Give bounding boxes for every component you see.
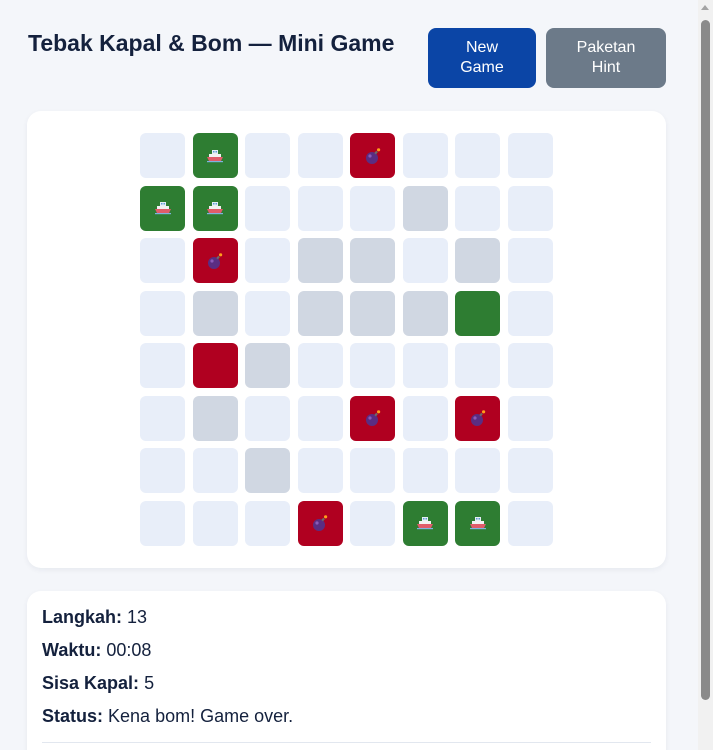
bomb-icon [365, 410, 380, 426]
bomb-icon [208, 252, 223, 269]
header: Tebak Kapal & Bom — Mini Game New Game P… [28, 28, 666, 88]
board-cell[interactable] [297, 500, 343, 546]
ships-left-value: 5 [144, 673, 155, 693]
board-cell[interactable] [140, 500, 185, 546]
scrollbar-thumb[interactable] [701, 20, 710, 700]
bomb-icon [470, 410, 485, 426]
board-cell[interactable] [507, 185, 553, 231]
board-cell[interactable] [245, 133, 290, 178]
board-cell[interactable] [192, 343, 238, 388]
board-cell[interactable] [245, 185, 290, 231]
board-cell[interactable] [402, 290, 448, 336]
board-cell[interactable] [350, 290, 395, 336]
ship-icon [469, 517, 486, 530]
ships-left-stat: Sisa Kapal: 5 [42, 672, 154, 694]
board-cell[interactable] [350, 185, 395, 231]
moves-value: 13 [127, 607, 148, 627]
board-cell[interactable] [140, 343, 185, 388]
scrollbar[interactable] [698, 0, 713, 750]
board-cell[interactable] [297, 448, 343, 493]
moves-label: Langkah: [42, 607, 123, 627]
board-cell[interactable] [455, 133, 500, 178]
board-cell[interactable] [455, 290, 500, 336]
new-game-button[interactable]: New Game [428, 28, 536, 88]
game-board [140, 133, 553, 546]
board-cell[interactable] [455, 395, 500, 441]
board-cell[interactable] [402, 395, 448, 441]
ship-icon [207, 202, 223, 215]
board-cell[interactable] [245, 448, 290, 493]
ship-icon [207, 149, 223, 162]
board-cell[interactable] [402, 500, 448, 546]
board-cell[interactable] [297, 290, 343, 336]
board-cell[interactable] [350, 343, 395, 388]
board-cell[interactable] [297, 395, 343, 441]
board-cell[interactable] [140, 238, 185, 283]
board-card [27, 111, 666, 568]
board-cell[interactable] [192, 133, 238, 178]
board-cell[interactable] [192, 395, 238, 441]
game-page: Tebak Kapal & Bom — Mini Game New Game P… [0, 0, 713, 750]
board-cell[interactable] [350, 133, 395, 178]
board-cell[interactable] [507, 343, 553, 388]
moves-stat: Langkah: 13 [42, 606, 147, 628]
board-cell[interactable] [192, 238, 238, 283]
board-cell[interactable] [350, 448, 395, 493]
board-cell[interactable] [507, 238, 553, 283]
divider [42, 742, 651, 743]
bomb-icon [365, 147, 380, 164]
board-cell[interactable] [455, 185, 500, 231]
board-cell[interactable] [297, 343, 343, 388]
board-cell[interactable] [140, 290, 185, 336]
board-cell[interactable] [192, 185, 238, 231]
board-cell[interactable] [297, 133, 343, 178]
board-cell[interactable] [507, 290, 553, 336]
board-cell[interactable] [140, 395, 185, 441]
board-cell[interactable] [192, 448, 238, 493]
board-cell[interactable] [245, 290, 290, 336]
board-cell[interactable] [245, 238, 290, 283]
info-panel: Langkah: 13 Waktu: 00:08 Sisa Kapal: 5 S… [27, 591, 666, 750]
board-cell[interactable] [192, 500, 238, 546]
board-cell[interactable] [455, 238, 500, 283]
scroll-up-arrow-icon[interactable] [701, 5, 709, 10]
board-cell[interactable] [192, 290, 238, 336]
board-cell[interactable] [245, 343, 290, 388]
time-stat: Waktu: 00:08 [42, 639, 151, 661]
board-cell[interactable] [350, 500, 395, 546]
board-cell[interactable] [507, 500, 553, 546]
board-cell[interactable] [297, 238, 343, 283]
board-cell[interactable] [455, 448, 500, 493]
ships-left-label: Sisa Kapal: [42, 673, 140, 693]
hint-button[interactable]: Paketan Hint [546, 28, 666, 88]
board-cell[interactable] [402, 133, 448, 178]
board-cell[interactable] [507, 133, 553, 178]
time-value: 00:08 [106, 640, 152, 660]
board-cell[interactable] [402, 185, 448, 231]
board-cell[interactable] [402, 238, 448, 283]
board-cell[interactable] [140, 185, 185, 231]
board-cell[interactable] [297, 185, 343, 231]
board-cell[interactable] [350, 395, 395, 441]
ship-icon [154, 202, 171, 215]
board-cell[interactable] [140, 133, 185, 178]
board-cell[interactable] [402, 343, 448, 388]
board-cell[interactable] [350, 238, 395, 283]
board-cell[interactable] [507, 395, 553, 441]
board-cell[interactable] [507, 448, 553, 493]
status-label: Status: [42, 706, 104, 726]
bomb-icon [313, 515, 328, 531]
ship-icon [417, 517, 433, 530]
page-title: Tebak Kapal & Bom — Mini Game [28, 30, 395, 56]
board-cell[interactable] [245, 500, 290, 546]
board-cell[interactable] [245, 395, 290, 441]
board-cell[interactable] [455, 343, 500, 388]
status-value: Kena bom! Game over. [108, 706, 294, 726]
status-stat: Status: Kena bom! Game over. [42, 705, 293, 727]
time-label: Waktu: [42, 640, 102, 660]
board-cell[interactable] [455, 500, 500, 546]
board-cell[interactable] [140, 448, 185, 493]
board-cell[interactable] [402, 448, 448, 493]
